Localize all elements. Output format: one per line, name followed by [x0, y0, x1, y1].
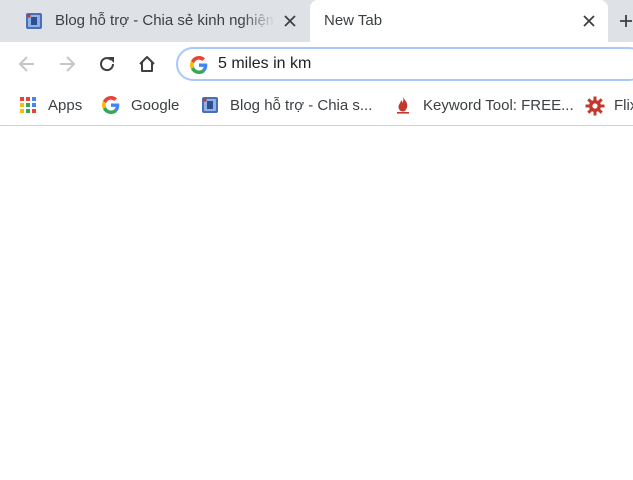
home-icon[interactable]	[134, 51, 160, 77]
new-tab-plus-icon[interactable]	[618, 12, 633, 30]
google-g-icon	[190, 56, 208, 74]
reload-icon[interactable]	[94, 51, 120, 77]
page-content	[0, 127, 633, 480]
bookmark-blog[interactable]: Blog hỗ trợ - Chia s...	[201, 94, 372, 116]
bookmark-keyword-tool[interactable]: Keyword Tool: FREE...	[394, 94, 574, 116]
forward-arrow-icon[interactable]	[54, 51, 80, 77]
apps-grid-icon	[19, 96, 37, 114]
bookmark-label: Google	[131, 96, 180, 114]
bookmark-label: Apps	[48, 96, 83, 114]
back-arrow-icon[interactable]	[14, 51, 40, 77]
blog-favicon-icon	[201, 96, 219, 114]
bookmark-label: Flix	[614, 96, 633, 114]
omnibox[interactable]	[176, 47, 633, 81]
google-g-icon	[102, 96, 120, 114]
address-input[interactable]	[218, 54, 618, 74]
close-icon[interactable]	[580, 12, 598, 30]
tab-title: Blog hỗ trợ - Chia sẻ kinh nghiệm	[55, 12, 275, 29]
bookmark-google[interactable]: Google	[102, 94, 179, 116]
toolbar	[0, 42, 633, 86]
keyword-tool-flame-icon	[394, 96, 412, 114]
red-gear-icon	[585, 96, 605, 116]
bookmark-flix[interactable]: Flix	[585, 94, 633, 116]
tab-new-tab[interactable]: New Tab	[310, 0, 608, 42]
tab-title: New Tab	[324, 12, 383, 29]
tab-strip: Blog hỗ trợ - Chia sẻ kinh nghiệm New Ta…	[0, 0, 633, 42]
close-icon[interactable]	[281, 12, 299, 30]
bookmarks-bar: Apps Google Blog hỗ trợ - Chia s... Keyw…	[0, 86, 633, 126]
bookmark-apps[interactable]: Apps	[19, 94, 82, 116]
blog-favicon-icon	[25, 12, 43, 30]
bookmark-label: Keyword Tool: FREE...	[423, 96, 574, 114]
bookmark-label: Blog hỗ trợ - Chia s...	[230, 96, 373, 114]
tab-blog[interactable]: Blog hỗ trợ - Chia sẻ kinh nghiệm	[0, 0, 310, 42]
